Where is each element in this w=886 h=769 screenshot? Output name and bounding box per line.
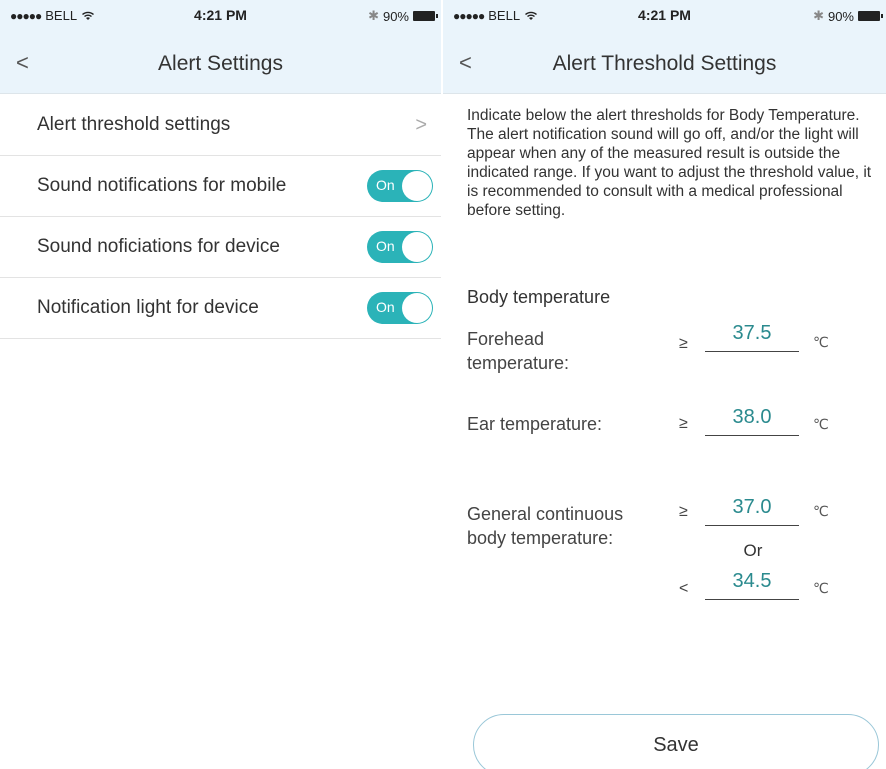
alert-settings-screen: ●●●●● BELL 4:21 PM ✱ 90% < Alert Setting… bbox=[0, 0, 441, 769]
battery-percent: 90% bbox=[382, 8, 409, 24]
continuous-upper-operator: ≥ bbox=[679, 503, 688, 520]
section-title: Body temperature bbox=[467, 287, 611, 307]
continuous-upper-input[interactable]: 37.0 bbox=[705, 496, 799, 526]
continuous-lower-input[interactable]: 34.5 bbox=[705, 570, 799, 600]
row-label: Sound notifications for mobile bbox=[37, 175, 287, 196]
page-title: Alert Threshold Settings bbox=[552, 52, 777, 75]
nav-bar: < Alert Settings bbox=[0, 32, 441, 94]
toggle-state: On bbox=[376, 177, 395, 193]
sound-mobile-toggle[interactable]: On bbox=[367, 170, 433, 202]
or-separator: Or bbox=[743, 541, 763, 560]
toggle-state: On bbox=[376, 238, 395, 254]
bluetooth-icon: ✱ bbox=[368, 8, 379, 23]
continuous-lower-unit: ℃ bbox=[813, 580, 829, 596]
forehead-label: Forehead temperature: bbox=[467, 329, 570, 373]
ear-threshold-input[interactable]: 38.0 bbox=[705, 406, 799, 436]
battery-icon bbox=[858, 11, 883, 21]
toggle-knob bbox=[402, 293, 432, 323]
alert-threshold-screen: ●●●●● BELL 4:21 PM ✱ 90% < Alert Thresho… bbox=[443, 0, 886, 769]
continuous-lower-operator: < bbox=[679, 580, 689, 597]
battery-percent: 90% bbox=[827, 8, 854, 24]
bluetooth-icon: ✱ bbox=[813, 8, 824, 23]
status-right: ✱ 90% bbox=[813, 8, 883, 24]
alert-threshold-settings-row[interactable]: Alert threshold settings > bbox=[0, 95, 441, 156]
row-label: Sound noficiations for device bbox=[37, 236, 280, 257]
toggle-state: On bbox=[376, 299, 395, 315]
forehead-threshold-input[interactable]: 37.5 bbox=[705, 322, 799, 352]
toggle-knob bbox=[402, 232, 432, 262]
forehead-operator: ≥ bbox=[679, 335, 688, 352]
threshold-description: Indicate below the alert thresholds for … bbox=[467, 107, 872, 219]
ear-unit: ℃ bbox=[813, 416, 829, 432]
notification-light-row: Notification light for device On bbox=[0, 278, 441, 339]
status-right: ✱ 90% bbox=[368, 8, 438, 24]
battery-icon bbox=[413, 11, 438, 21]
sound-mobile-row: Sound notifications for mobile On bbox=[0, 156, 441, 217]
ear-label: Ear temperature: bbox=[467, 414, 603, 434]
forehead-unit: ℃ bbox=[813, 334, 829, 350]
save-button[interactable]: Save bbox=[473, 714, 879, 769]
chevron-right-icon: > bbox=[415, 113, 427, 136]
continuous-upper-unit: ℃ bbox=[813, 503, 829, 519]
page-title: Alert Settings bbox=[158, 52, 283, 75]
status-bar: ●●●●● BELL 4:21 PM ✱ 90% bbox=[443, 0, 886, 32]
sound-device-toggle[interactable]: On bbox=[367, 231, 433, 263]
notification-light-toggle[interactable]: On bbox=[367, 292, 433, 324]
row-label: Notification light for device bbox=[37, 297, 259, 318]
settings-list: Alert threshold settings > Sound notific… bbox=[0, 95, 441, 339]
nav-bar: < Alert Threshold Settings bbox=[443, 32, 886, 94]
continuous-label: General continuous body temperature: bbox=[467, 504, 624, 548]
row-label: Alert threshold settings bbox=[37, 114, 231, 135]
ear-operator: ≥ bbox=[679, 415, 688, 432]
toggle-knob bbox=[402, 171, 432, 201]
status-bar: ●●●●● BELL 4:21 PM ✱ 90% bbox=[0, 0, 441, 32]
sound-device-row: Sound noficiations for device On bbox=[0, 217, 441, 278]
